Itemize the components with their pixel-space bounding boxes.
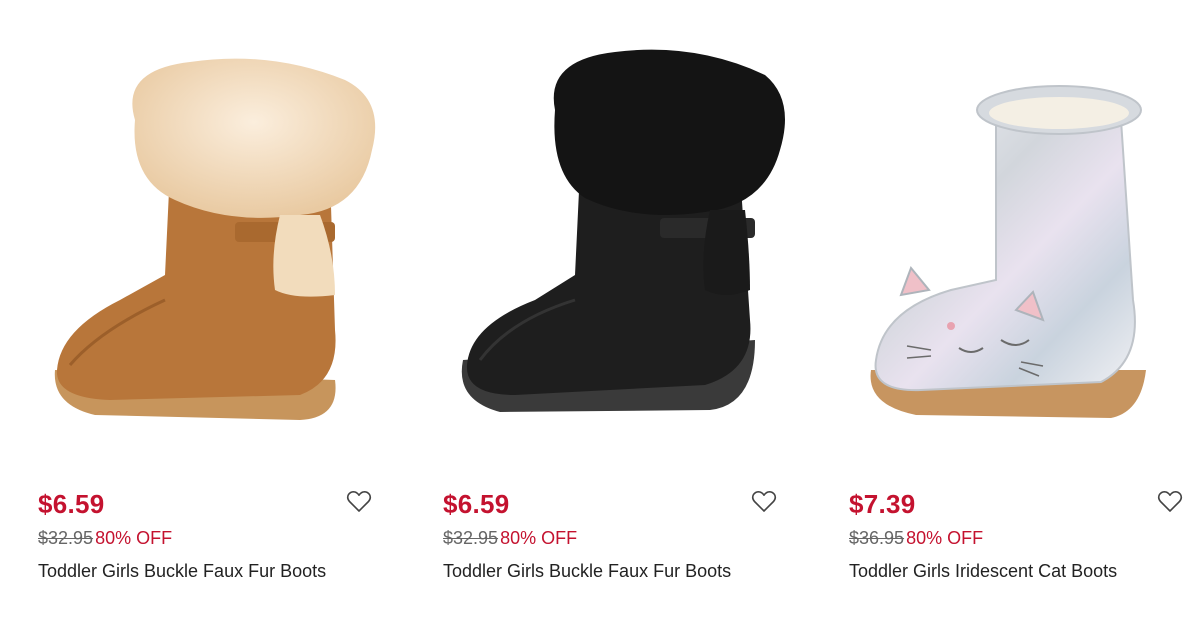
product-image-black-boot[interactable]: [405, 0, 810, 470]
discount-badge: 80% OFF: [906, 528, 984, 548]
original-price: $32.95: [443, 528, 499, 548]
price-row: $6.59: [38, 487, 372, 521]
wishlist-heart-icon[interactable]: [1157, 490, 1183, 514]
price-row: $6.59: [443, 487, 777, 521]
original-price: $32.95: [38, 528, 94, 548]
product-card: $7.39 $36.95 80% OFF Toddler Girls Irides…: [849, 0, 1200, 630]
product-title[interactable]: Toddler Girls Buckle Faux Fur Boots: [38, 560, 326, 582]
product-title[interactable]: Toddler Girls Buckle Faux Fur Boots: [443, 560, 731, 582]
product-grid: $6.59 $32.95 80% OFF Toddler Girls Buckle…: [0, 0, 1200, 630]
wishlist-heart-icon[interactable]: [346, 490, 372, 514]
price-row: $7.39: [849, 487, 1183, 521]
product-title[interactable]: Toddler Girls Iridescent Cat Boots: [849, 560, 1117, 582]
discount-badge: 80% OFF: [95, 528, 173, 548]
product-image-tan-boot[interactable]: [0, 0, 405, 470]
original-price-row: $32.95 80% OFF: [443, 527, 577, 549]
original-price: $36.95: [849, 528, 905, 548]
sale-price: $7.39: [849, 489, 916, 519]
product-card: $6.59 $32.95 80% OFF Toddler Girls Buckle…: [38, 0, 408, 630]
sale-price: $6.59: [443, 489, 510, 519]
original-price-row: $36.95 80% OFF: [849, 527, 983, 549]
discount-badge: 80% OFF: [500, 528, 578, 548]
product-card: $6.59 $32.95 80% OFF Toddler Girls Buckle…: [443, 0, 813, 630]
product-image-silver-cat-boot[interactable]: [811, 0, 1200, 470]
sale-price: $6.59: [38, 489, 105, 519]
original-price-row: $32.95 80% OFF: [38, 527, 172, 549]
wishlist-heart-icon[interactable]: [751, 490, 777, 514]
